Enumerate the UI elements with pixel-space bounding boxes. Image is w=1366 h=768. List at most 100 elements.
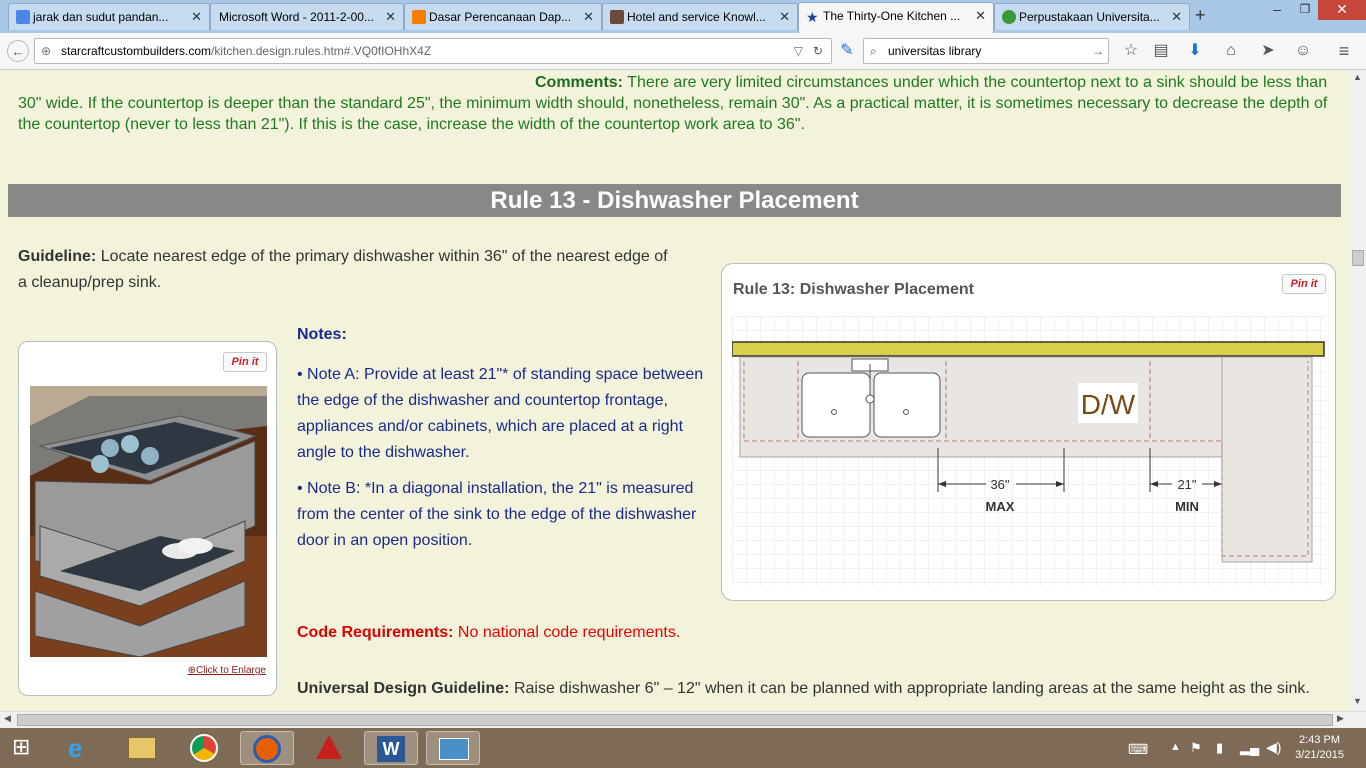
note-b: • Note B: *In a diagonal installation, t… xyxy=(297,480,697,549)
bookmark-star-icon[interactable]: ☆ xyxy=(1120,40,1142,62)
click-to-enlarge-link[interactable]: ⊕Click to Enlarge xyxy=(188,665,266,676)
note-a: • Note A: Provide at least 21"* of stand… xyxy=(297,366,704,461)
tab-6[interactable]: Perpustakaan Universita... ✕ xyxy=(994,3,1190,30)
restore-button[interactable]: ❐ xyxy=(1292,0,1318,20)
reading-list-icon[interactable]: ▤ xyxy=(1150,40,1172,62)
navigation-bar: ← ⊕ starcraftcustombuilders.com/kitchen.… xyxy=(0,33,1366,70)
windows-taskbar: ⊞ e W ⌨ ▲ ⚑ ▮ ▂▄ ◀) 2:43 PM 3/21/2015 xyxy=(0,728,1366,768)
rule-heading: Rule 13 - Dishwasher Placement xyxy=(8,184,1341,217)
url-bar[interactable]: ⊕ starcraftcustombuilders.com/kitchen.de… xyxy=(34,38,832,64)
chrome-icon[interactable] xyxy=(178,731,232,765)
horizontal-scroll-thumb[interactable] xyxy=(17,714,1333,726)
menu-icon[interactable]: ≡ xyxy=(1333,40,1355,62)
tab-label: Microsoft Word - 2011-2-00... xyxy=(219,10,374,24)
scroll-right-icon[interactable]: ▶ xyxy=(1337,713,1344,724)
smiley-icon[interactable]: ☺ xyxy=(1292,40,1314,62)
tab-1[interactable]: jarak dan sudut pandan... ✕ xyxy=(8,3,210,30)
dishwasher-photo-card: Pin it ⊕Click to Enlarge xyxy=(18,341,277,696)
tab-3[interactable]: Dasar Perencanaan Dap... ✕ xyxy=(404,3,602,30)
search-bar[interactable]: ⌕ universitas library → xyxy=(863,38,1109,64)
vertical-scrollbar[interactable]: ▲ ▼ xyxy=(1350,70,1366,711)
clock-time: 2:43 PM xyxy=(1299,734,1341,746)
browser-tab-bar: jarak dan sudut pandan... ✕ Microsoft Wo… xyxy=(0,0,1366,33)
dishwasher-placement-diagram[interactable]: D/W 36" MAX 21" MIN xyxy=(732,316,1326,586)
url-host: starcraftcustombuilders.com xyxy=(61,44,212,58)
tab-2[interactable]: Microsoft Word - 2011-2-00... ✕ xyxy=(210,3,404,30)
page-content: Comments: There are very limited circums… xyxy=(0,70,1350,711)
download-icon[interactable]: ⬇ xyxy=(1184,40,1206,62)
start-button[interactable]: ⊞ xyxy=(12,736,30,758)
diagram-card: Rule 13: Dishwasher Placement Pin it D/W… xyxy=(721,263,1336,601)
scroll-left-icon[interactable]: ◀ xyxy=(4,713,11,724)
send-icon[interactable]: ➤ xyxy=(1257,40,1279,62)
dw-label: D/W xyxy=(1081,389,1136,420)
profile-icon xyxy=(610,10,624,24)
tab-label: The Thirty-One Kitchen ... xyxy=(823,9,961,23)
addon-icon[interactable]: ✎ xyxy=(836,40,858,62)
guideline-label: Guideline: xyxy=(18,248,97,265)
dim-max-value: 36" xyxy=(990,477,1009,492)
udg-text: Raise dishwasher 6" – 12" when it can be… xyxy=(513,680,1310,697)
minimize-button[interactable]: – xyxy=(1262,0,1292,20)
flag-icon[interactable]: ⚑ xyxy=(1190,740,1202,756)
udg-label: Universal Design Guideline: xyxy=(297,680,510,697)
comments-label: Comments: xyxy=(535,74,624,91)
scroll-down-icon[interactable]: ▼ xyxy=(1353,696,1362,706)
close-icon[interactable]: ✕ xyxy=(1171,4,1182,30)
url-path: /kitchen.design.rules.htm#.VQ0fIOHhX4Z xyxy=(211,44,432,58)
close-window-button[interactable]: ✕ xyxy=(1318,0,1366,20)
vertical-scroll-thumb[interactable] xyxy=(1352,250,1364,266)
tab-label: Perpustakaan Universita... xyxy=(1019,10,1160,24)
star-icon: ★ xyxy=(806,9,819,25)
note-b-text: Note B: *In a diagonal installation, the… xyxy=(297,480,697,549)
comments-paragraph: Comments: There are very limited circums… xyxy=(18,72,1328,135)
search-value: universitas library xyxy=(888,44,982,58)
close-icon[interactable]: ✕ xyxy=(779,4,790,30)
file-explorer-icon[interactable] xyxy=(116,731,170,765)
clock[interactable]: 2:43 PM 3/21/2015 xyxy=(1295,733,1344,763)
globe-icon: ⊕ xyxy=(41,44,52,58)
magnifier-icon: ⊕ xyxy=(187,665,196,676)
library-icon xyxy=(1002,10,1016,24)
new-tab-button[interactable]: + xyxy=(1195,5,1206,26)
autocad-icon[interactable] xyxy=(302,731,356,765)
network-icon[interactable]: ▂▄ xyxy=(1240,740,1259,756)
tab-label: Dasar Perencanaan Dap... xyxy=(429,10,572,24)
notes-section: Notes: • Note A: Provide at least 21"* o… xyxy=(297,322,707,554)
scroll-up-icon[interactable]: ▲ xyxy=(1353,72,1362,82)
close-icon[interactable]: ✕ xyxy=(385,4,396,30)
comments-text: There are very limited circumstances und… xyxy=(18,74,1328,133)
tab-5-active[interactable]: ★ The Thirty-One Kitchen ... ✕ xyxy=(798,2,994,33)
volume-icon[interactable]: ◀) xyxy=(1266,739,1281,756)
pin-it-button[interactable]: Pin it xyxy=(223,352,267,372)
close-icon[interactable]: ✕ xyxy=(583,4,594,30)
show-hidden-icons[interactable]: ▲ xyxy=(1170,741,1181,753)
battery-icon[interactable]: ▮ xyxy=(1216,740,1223,756)
close-icon[interactable]: ✕ xyxy=(191,4,202,30)
photo-viewer-icon[interactable] xyxy=(426,731,480,765)
note-a-text: Note A: Provide at least 21"* of standin… xyxy=(297,366,704,461)
tab-label: jarak dan sudut pandan... xyxy=(33,10,169,24)
universal-design-guideline: Universal Design Guideline: Raise dishwa… xyxy=(297,676,1327,702)
search-icon: ⌕ xyxy=(870,44,877,58)
notes-list: • Note A: Provide at least 21"* of stand… xyxy=(297,362,707,554)
internet-explorer-icon[interactable]: e xyxy=(56,731,110,765)
dropdown-arrow-icon[interactable]: ▽ xyxy=(794,39,803,63)
reload-icon[interactable]: ↻ xyxy=(813,39,823,63)
tab-4[interactable]: Hotel and service Knowl... ✕ xyxy=(602,3,798,30)
close-icon[interactable]: ✕ xyxy=(975,3,986,29)
word-icon[interactable]: W xyxy=(364,731,418,765)
pin-it-button[interactable]: Pin it xyxy=(1282,274,1326,294)
back-button[interactable]: ← xyxy=(7,40,29,62)
dim-min-label: MIN xyxy=(1175,499,1199,514)
code-requirements: Code Requirements: No national code requ… xyxy=(297,624,680,642)
firefox-icon[interactable] xyxy=(240,731,294,765)
guideline-text: Locate nearest edge of the primary dishw… xyxy=(18,248,668,291)
dim-max-label: MAX xyxy=(986,499,1015,514)
keyboard-icon[interactable]: ⌨ xyxy=(1128,741,1148,758)
dishwasher-photo[interactable] xyxy=(30,386,267,657)
code-label: Code Requirements: xyxy=(297,624,454,641)
search-go-icon[interactable]: → xyxy=(1092,39,1104,63)
horizontal-scrollbar[interactable]: ◀ ▶ xyxy=(0,711,1366,728)
home-icon[interactable]: ⌂ xyxy=(1220,40,1242,62)
